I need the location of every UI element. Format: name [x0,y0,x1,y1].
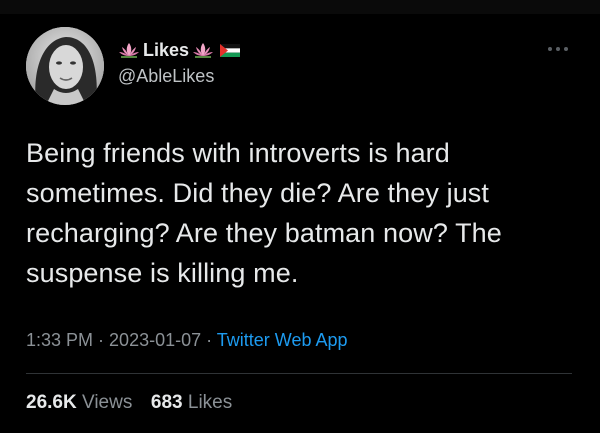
display-name: Likes [143,39,190,60]
more-options-icon[interactable] [548,44,578,54]
lotus-icon [119,43,139,58]
lotus-icon [193,43,214,58]
display-name-row[interactable]: Likes [118,38,241,62]
palestine-flag-icon [220,43,241,57]
tweet-meta: 1:33 PM · 2023-01-07 · Twitter Web App [26,330,348,351]
tweet-text-line: sometimes. Did they die? Are they just [26,178,490,208]
views-label: Views [81,392,133,413]
divider [26,373,572,374]
tweet-text-line: Being friends with introverts is hard [26,138,450,168]
tweet-time[interactable]: 1:33 PM [26,330,93,350]
likes-label[interactable]: Likes [188,392,232,413]
tweet-text-line: recharging? Are they batman now? The [26,218,502,248]
tweet-text: Being friends with introverts is hard so… [26,133,581,293]
tweet-card: Likes @AbleLikes Being friends with intr… [0,0,600,433]
likes-count[interactable]: 683 [151,392,183,413]
tweet-text-line: suspense is killing me. [26,258,299,288]
tweet-date[interactable]: 2023-01-07 [109,330,201,350]
user-handle[interactable]: @AbleLikes [118,66,214,87]
tweet-stats: 26.6K Views 683 Likes [26,392,232,414]
tweet-source-link[interactable]: Twitter Web App [217,330,348,350]
avatar[interactable] [26,27,104,105]
meta-separator: · [201,330,217,350]
views-count[interactable]: 26.6K [26,392,77,413]
meta-separator: · [93,330,110,350]
